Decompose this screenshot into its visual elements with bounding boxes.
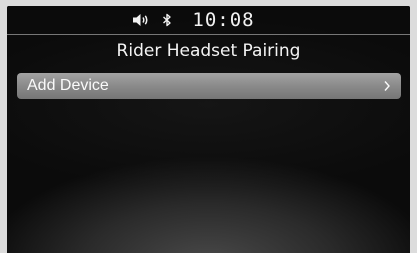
menu-item-add-device[interactable]: Add Device — [17, 73, 401, 99]
bluetooth-icon — [162, 13, 172, 27]
status-bar: 10:08 — [7, 6, 410, 34]
page-title: Rider Headset Pairing — [116, 41, 301, 61]
display-screen: 10:08 Rider Headset Pairing Add Device — [7, 6, 410, 253]
status-icons — [132, 13, 172, 27]
speaker-volume-icon — [132, 13, 150, 27]
chevron-right-icon — [383, 80, 391, 92]
header-divider — [7, 34, 410, 35]
menu-item-label: Add Device — [27, 77, 109, 94]
display-bezel: 10:08 Rider Headset Pairing Add Device — [0, 0, 417, 253]
clock-time: 10:08 — [192, 9, 255, 31]
